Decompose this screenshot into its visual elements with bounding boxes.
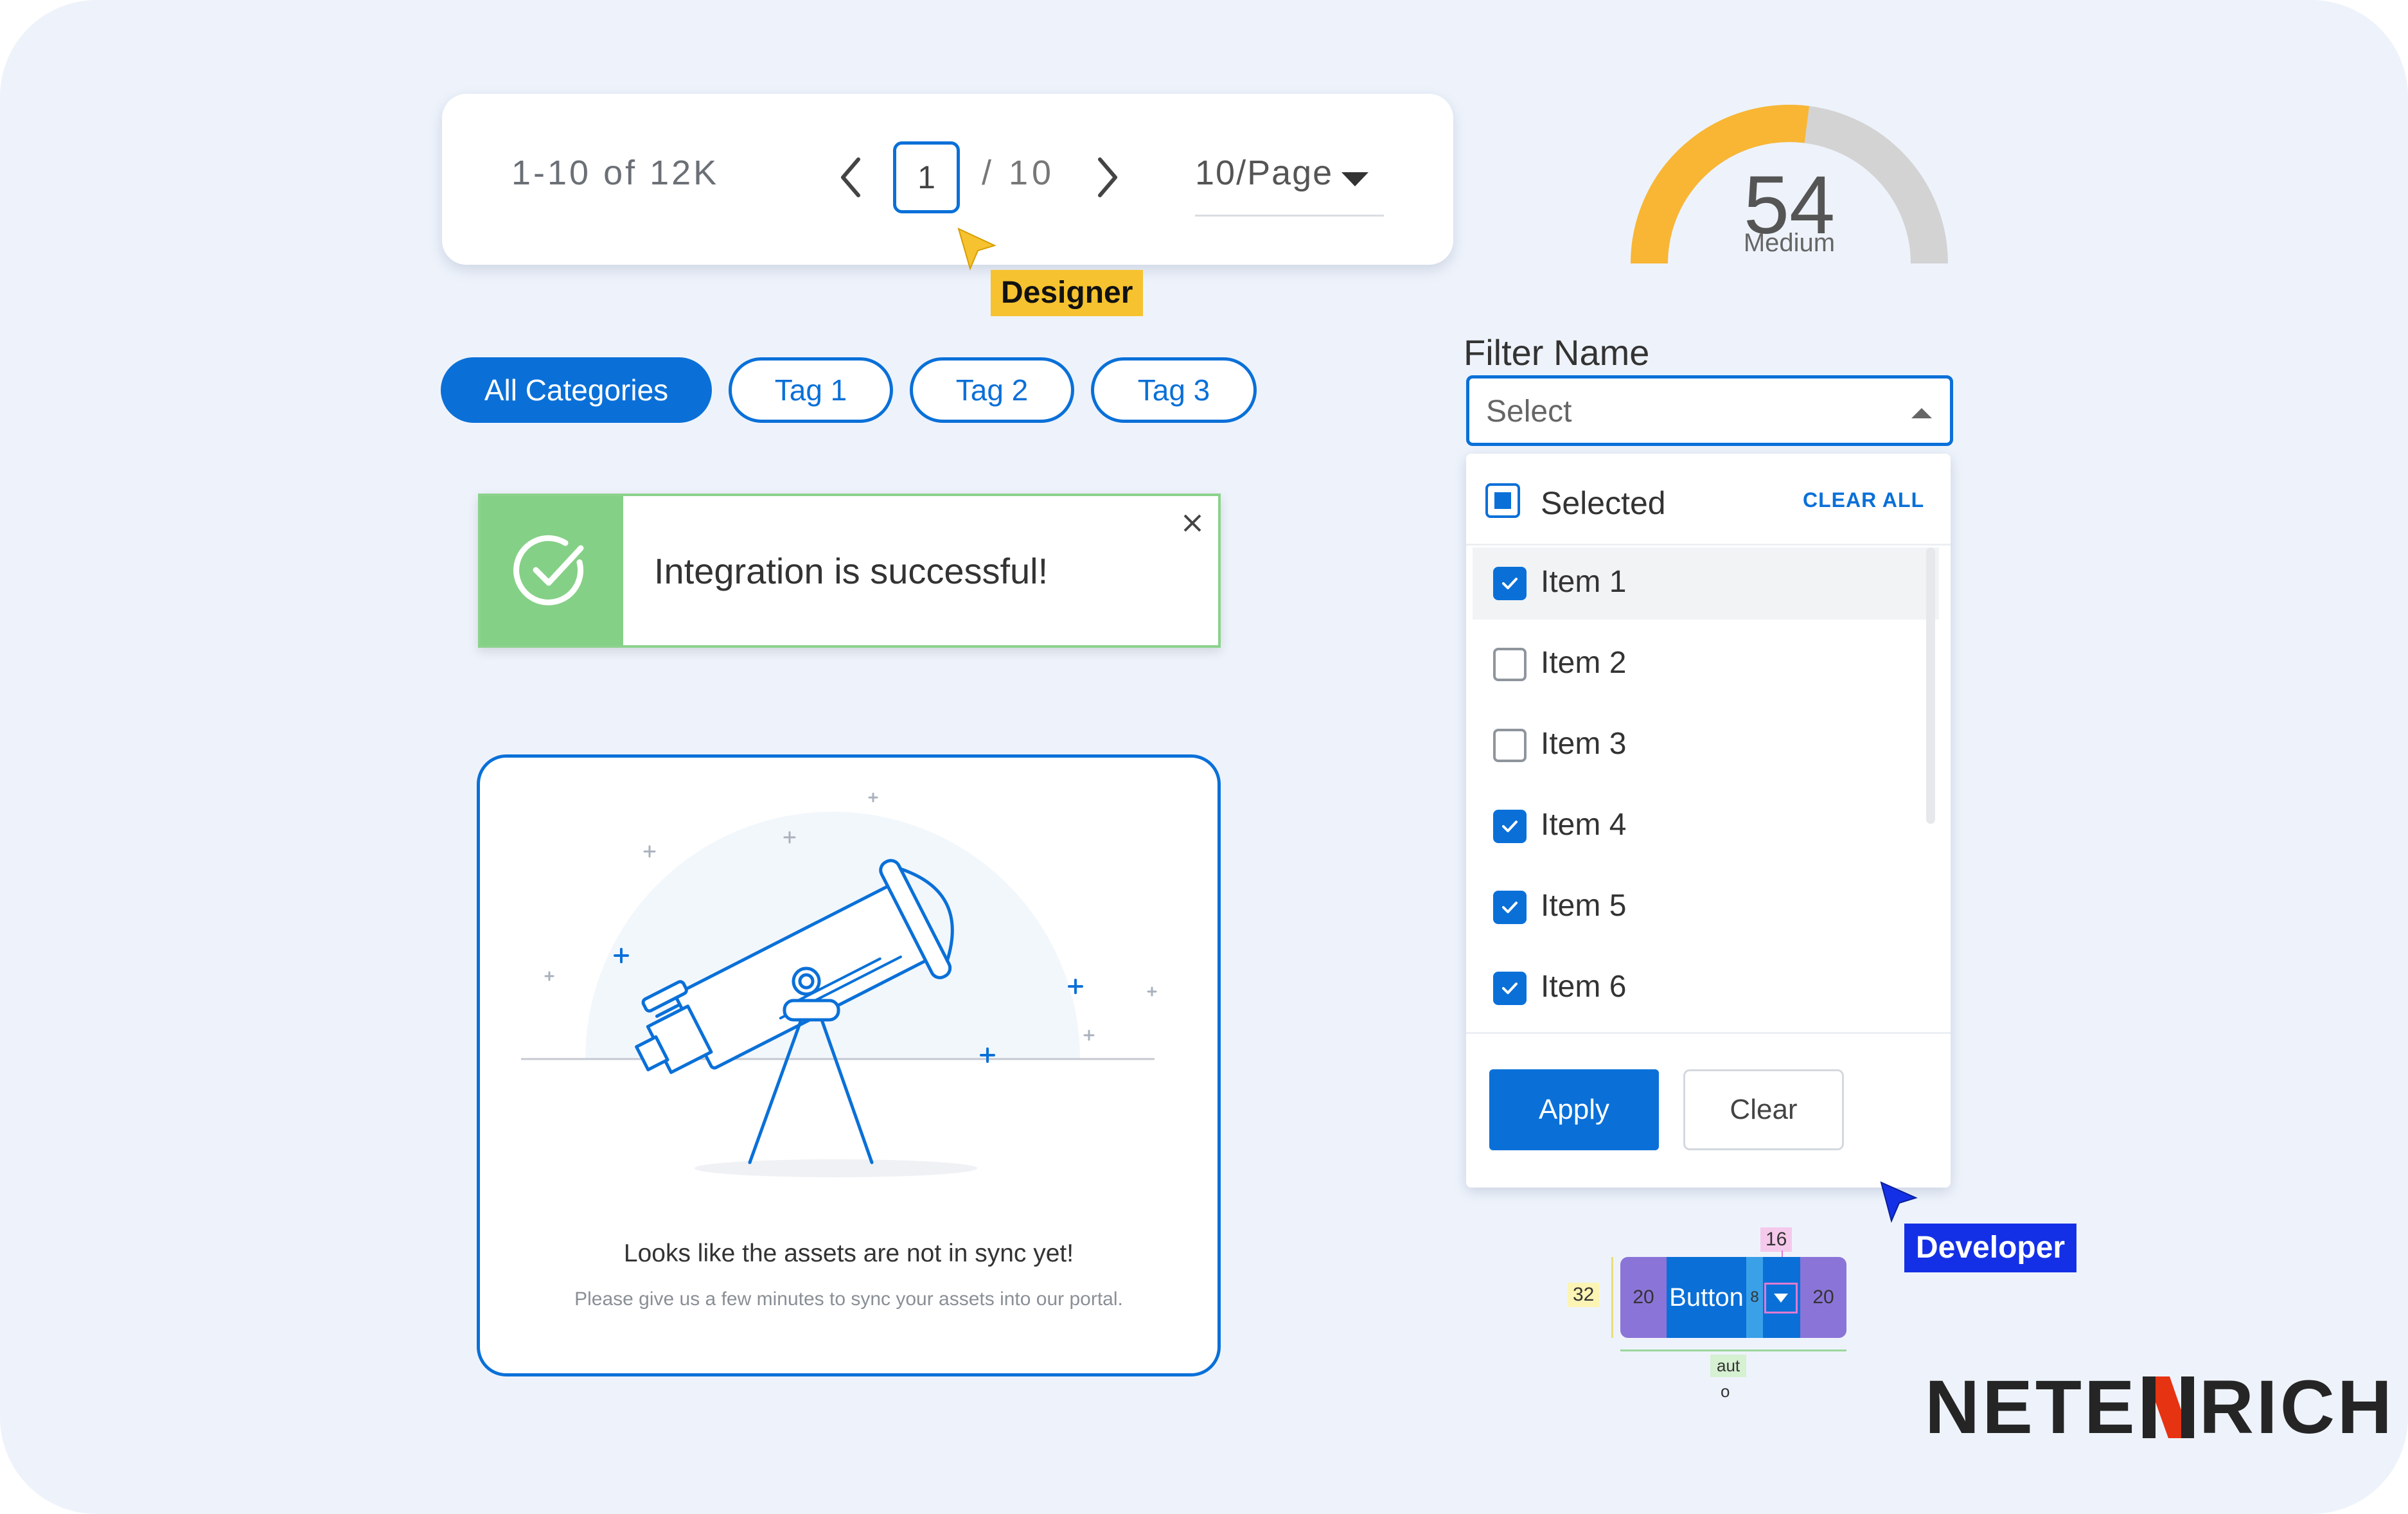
total-pages: / 10 <box>982 154 1056 192</box>
developer-cursor-icon <box>1880 1181 1918 1224</box>
spec-height: 32 <box>1568 1283 1600 1307</box>
filter-select[interactable]: Select <box>1466 375 1953 446</box>
clear-all-link[interactable]: CLEAR ALL <box>1803 488 1924 512</box>
filter-item-label: Item 5 <box>1541 889 1627 923</box>
per-page-underline <box>1195 215 1384 217</box>
checkmark-icon <box>1502 902 1518 913</box>
brand-name-part1: NETE <box>1925 1365 2138 1450</box>
spec-padding-left: 20 <box>1633 1287 1654 1308</box>
chip-all-categories[interactable]: All Categories <box>441 357 712 423</box>
filter-item-label: Item 1 <box>1541 565 1627 599</box>
chevron-left-icon <box>841 157 860 197</box>
filter-item-label: Item 3 <box>1541 727 1627 761</box>
spec-width-line1: aut <box>1710 1355 1747 1377</box>
caret-down-icon <box>1774 1294 1788 1303</box>
chevron-right-icon <box>1098 157 1117 197</box>
spec-gap: 8 <box>1750 1288 1759 1306</box>
chip-tag-1[interactable]: Tag 1 <box>729 357 893 423</box>
empty-state-card: Looks like the assets are not in sync ye… <box>477 754 1221 1376</box>
filter-item[interactable]: Item 1 <box>1473 548 1939 619</box>
filter-item-checkbox[interactable] <box>1493 810 1527 843</box>
current-page-input[interactable]: 1 <box>893 141 960 213</box>
brand-n-glyph-icon <box>2142 1376 2194 1438</box>
spec-icon-size: 16 <box>1760 1227 1793 1252</box>
brand-logo: NETE RICH <box>1925 1364 2395 1451</box>
checkmark-icon <box>1502 983 1518 994</box>
indeterminate-icon <box>1494 492 1511 509</box>
filter-item-checkbox[interactable] <box>1493 567 1527 600</box>
toast-icon-panel <box>481 496 623 645</box>
caret-up-icon <box>1911 408 1932 418</box>
canvas: 1-10 of 12K 1 / 10 10/Page Designer All … <box>0 0 2408 1514</box>
gauge-label: Medium <box>1743 229 1836 257</box>
checkmark-icon <box>1502 821 1518 832</box>
spec-padding-right: 20 <box>1812 1287 1834 1308</box>
footer-divider <box>1466 1032 1951 1034</box>
spec-width-line2: o <box>1721 1382 1730 1401</box>
spec-icon-box <box>1764 1283 1798 1314</box>
chip-tag-3[interactable]: Tag 3 <box>1091 357 1257 423</box>
empty-state-subtitle: Please give us a few minutes to sync you… <box>574 1288 1123 1310</box>
filter-item-label: Item 2 <box>1541 646 1627 680</box>
prev-page-button[interactable] <box>825 145 876 209</box>
pagination-bar: 1-10 of 12K 1 / 10 10/Page <box>442 94 1453 265</box>
designer-label: Designer <box>991 270 1144 316</box>
telescope-illustration-icon <box>521 792 1157 1177</box>
clear-button[interactable]: Clear <box>1683 1069 1844 1150</box>
spec-button-label: Button <box>1669 1283 1744 1312</box>
filter-label: Filter Name <box>1464 332 1650 373</box>
filter-item[interactable]: Item 2 <box>1473 628 1939 700</box>
empty-state-title: Looks like the assets are not in sync ye… <box>623 1240 1074 1267</box>
filter-item-checkbox[interactable] <box>1493 648 1527 681</box>
filter-item[interactable]: Item 6 <box>1473 952 1939 1024</box>
filter-item[interactable]: Item 4 <box>1473 790 1939 862</box>
spec-gap-zone: 8 <box>1746 1257 1763 1338</box>
header-divider <box>1466 544 1951 546</box>
next-page-button[interactable] <box>1082 145 1133 209</box>
filter-item[interactable]: Item 5 <box>1473 871 1939 943</box>
checkmark-icon <box>1502 578 1518 589</box>
check-circle-icon <box>513 535 584 605</box>
spec-padding-right-zone: 20 <box>1800 1257 1846 1338</box>
chip-tag-2[interactable]: Tag 2 <box>910 357 1074 423</box>
spec-label-zone: Button <box>1667 1257 1746 1338</box>
filter-scrollbar[interactable] <box>1926 548 1935 824</box>
toast-message: Integration is successful! <box>654 551 1049 591</box>
apply-button[interactable]: Apply <box>1489 1069 1659 1150</box>
spec-height-line <box>1611 1257 1613 1338</box>
filter-item-checkbox[interactable] <box>1493 729 1527 762</box>
per-page-select[interactable]: 10/Page <box>1195 153 1333 193</box>
spec-width-line <box>1620 1349 1846 1351</box>
close-icon[interactable] <box>1180 510 1205 536</box>
filter-item[interactable]: Item 3 <box>1473 709 1939 781</box>
filter-item-checkbox[interactable] <box>1493 891 1527 924</box>
developer-label: Developer <box>1904 1224 2077 1272</box>
filter-item-label: Item 4 <box>1541 808 1627 842</box>
brand-name-part2: RICH <box>2199 1365 2395 1450</box>
filter-select-placeholder: Select <box>1486 395 1572 429</box>
caret-down-icon[interactable] <box>1339 170 1371 189</box>
filter-item-checkbox[interactable] <box>1493 972 1527 1005</box>
designer-cursor-icon <box>957 227 996 271</box>
success-toast: Integration is successful! <box>478 494 1221 648</box>
selected-header-label: Selected <box>1541 485 1666 521</box>
pagination-range: 1-10 of 12K <box>511 154 720 192</box>
spec-button-sample[interactable]: 20 Button 8 20 <box>1620 1257 1846 1338</box>
spec-padding-left-zone: 20 <box>1620 1257 1667 1338</box>
filter-item-label: Item 6 <box>1541 970 1627 1004</box>
select-all-checkbox[interactable] <box>1485 483 1520 518</box>
